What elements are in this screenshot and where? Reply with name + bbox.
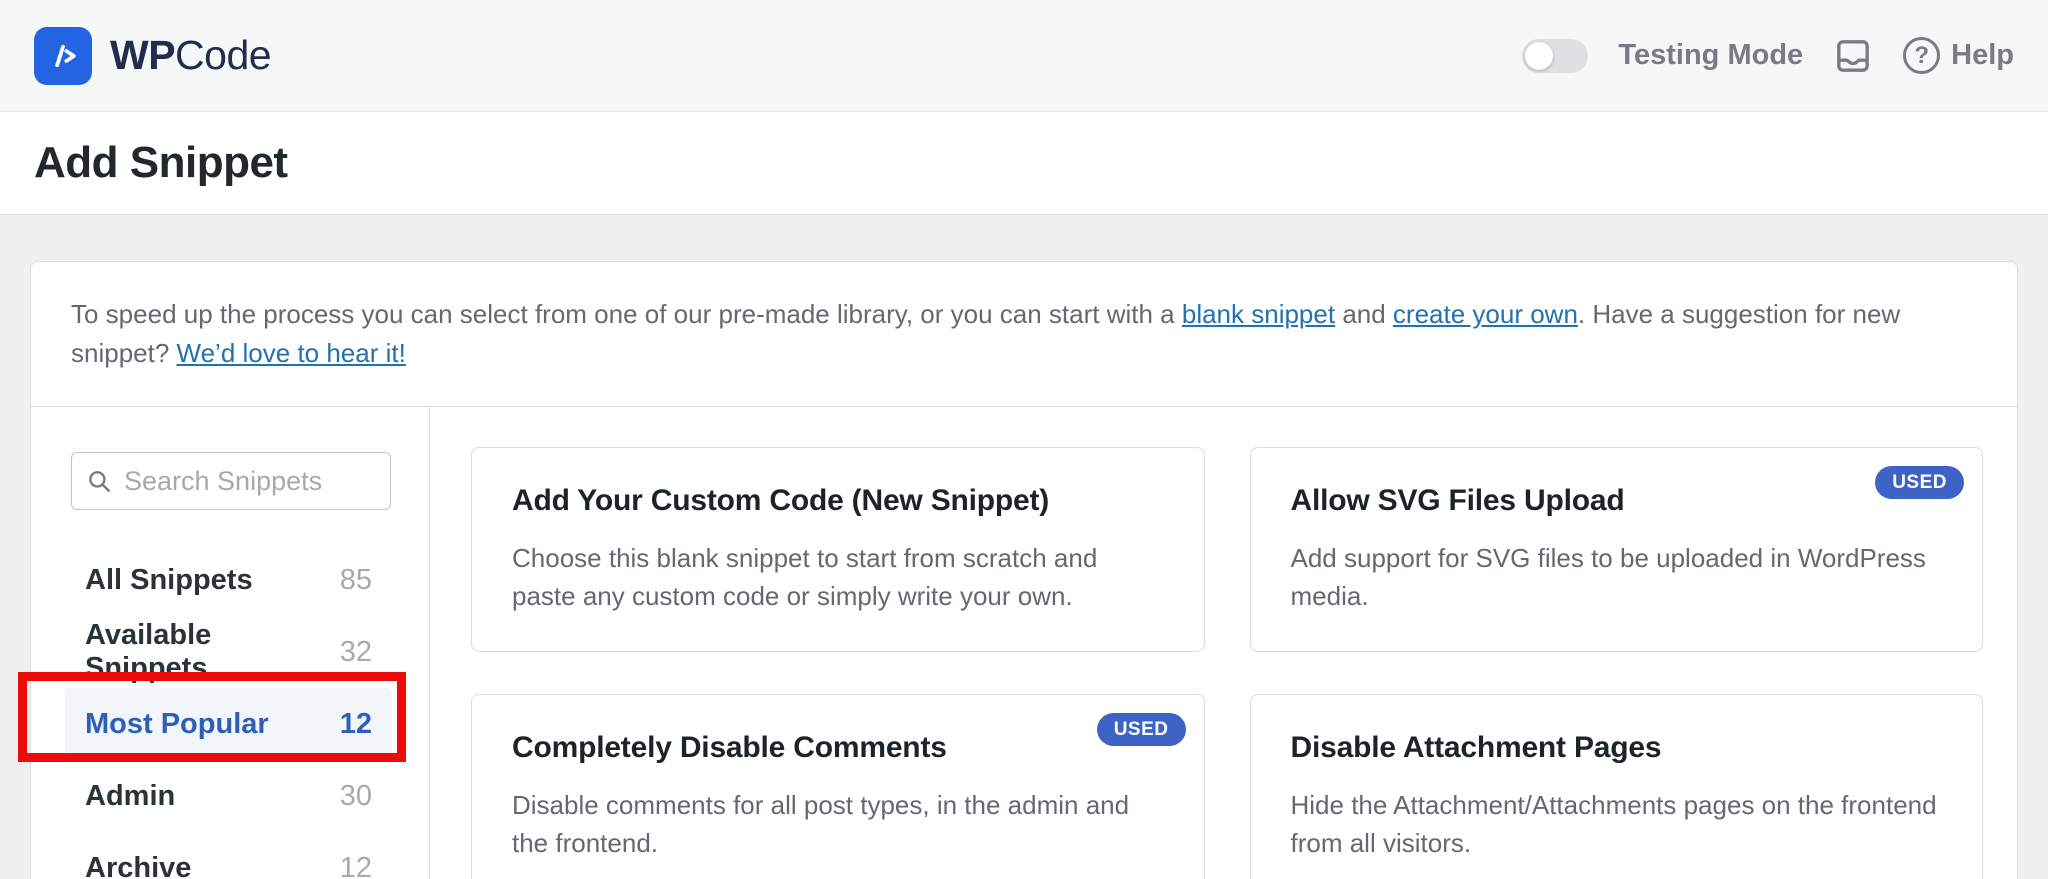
question-icon: ? bbox=[1903, 37, 1941, 74]
category-count: 12 bbox=[339, 851, 372, 879]
suggestion-link[interactable]: We’d love to hear it! bbox=[177, 338, 406, 368]
sidebar-item-available-snippets[interactable]: Available Snippets 32 bbox=[65, 616, 392, 688]
category-label: Archive bbox=[85, 851, 192, 879]
create-your-own-link[interactable]: create your own bbox=[1393, 299, 1578, 329]
content-area: To speed up the process you can select f… bbox=[0, 215, 2048, 879]
snippet-cards-grid: Add Your Custom Code (New Snippet) Choos… bbox=[430, 407, 2017, 879]
help-label: Help bbox=[1951, 39, 2014, 71]
panel-body: All Snippets 85 Available Snippets 32 Mo… bbox=[31, 407, 2017, 879]
category-list: All Snippets 85 Available Snippets 32 Mo… bbox=[65, 544, 392, 879]
wpcode-logo[interactable]: WPCode bbox=[34, 26, 272, 85]
wpcode-logo-icon bbox=[34, 26, 92, 85]
category-count: 85 bbox=[339, 563, 372, 596]
snippet-card-allow-svg-upload[interactable]: USED Allow SVG Files Upload Add support … bbox=[1249, 447, 1983, 653]
inbox-icon[interactable] bbox=[1833, 36, 1873, 76]
snippet-library-panel: To speed up the process you can select f… bbox=[30, 261, 2018, 879]
intro-text-1: To speed up the process you can select f… bbox=[71, 299, 1182, 329]
page-title: Add Snippet bbox=[34, 138, 288, 187]
page-header: Add Snippet bbox=[0, 112, 2048, 215]
help-button[interactable]: ? Help bbox=[1903, 37, 2014, 74]
blank-snippet-link[interactable]: blank snippet bbox=[1182, 299, 1335, 329]
category-count: 12 bbox=[339, 707, 372, 740]
used-badge: USED bbox=[1875, 466, 1964, 499]
snippet-card-disable-comments[interactable]: USED Completely Disable Comments Disable… bbox=[471, 694, 1205, 879]
top-bar: WPCode Testing Mode ? Help bbox=[0, 0, 2048, 112]
category-sidebar: All Snippets 85 Available Snippets 32 Mo… bbox=[31, 407, 430, 879]
brand-wp: WP bbox=[110, 32, 176, 78]
search-input[interactable] bbox=[124, 465, 376, 497]
top-bar-actions: Testing Mode ? Help bbox=[1522, 36, 2014, 76]
search-icon bbox=[89, 471, 110, 492]
snippet-card-title: Allow SVG Files Upload bbox=[1290, 484, 1625, 517]
sidebar-item-all-snippets[interactable]: All Snippets 85 bbox=[65, 544, 392, 616]
sidebar-item-admin[interactable]: Admin 30 bbox=[65, 760, 392, 832]
sidebar-item-archive[interactable]: Archive 12 bbox=[65, 832, 392, 879]
category-label: Most Popular bbox=[85, 707, 269, 740]
brand-code: Code bbox=[175, 32, 272, 78]
snippet-card-disable-attachment-pages[interactable]: Disable Attachment Pages Hide the Attach… bbox=[1249, 694, 1983, 879]
intro-notice: To speed up the process you can select f… bbox=[31, 262, 2017, 407]
intro-text-2: and bbox=[1335, 299, 1393, 329]
snippet-card-description: Hide the Attachment/Attachments pages on… bbox=[1290, 790, 1937, 859]
used-badge: USED bbox=[1096, 713, 1186, 747]
snippet-card-add-custom-code[interactable]: Add Your Custom Code (New Snippet) Choos… bbox=[471, 447, 1205, 653]
snippet-card-title: Add Your Custom Code (New Snippet) bbox=[512, 484, 1050, 517]
snippet-card-description: Disable comments for all post types, in … bbox=[512, 790, 1130, 859]
category-label: Available Snippets bbox=[85, 619, 212, 684]
category-count: 32 bbox=[339, 635, 372, 668]
category-count: 30 bbox=[339, 779, 372, 812]
search-box bbox=[71, 452, 391, 510]
snippet-card-description: Choose this blank snippet to start from … bbox=[512, 543, 1098, 611]
sidebar-item-most-popular[interactable]: Most Popular 12 bbox=[65, 688, 392, 760]
category-label: All Snippets bbox=[85, 563, 253, 596]
wpcode-logo-text: WPCode bbox=[110, 32, 272, 79]
testing-mode-label: Testing Mode bbox=[1618, 39, 1804, 71]
toggle-knob bbox=[1525, 41, 1554, 70]
testing-mode-toggle[interactable] bbox=[1522, 38, 1589, 73]
snippet-card-title: Completely Disable Comments bbox=[512, 731, 947, 765]
snippet-card-description: Add support for SVG files to be uploaded… bbox=[1290, 543, 1926, 611]
category-label: Admin bbox=[85, 779, 176, 812]
snippet-card-title: Disable Attachment Pages bbox=[1290, 731, 1662, 765]
